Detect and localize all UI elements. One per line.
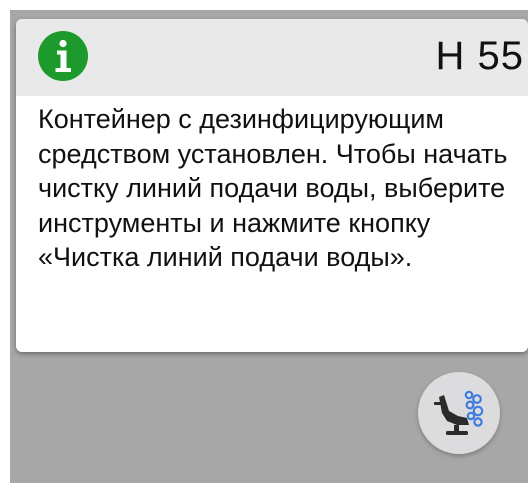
info-icon (38, 31, 88, 81)
error-code: H 55 (435, 34, 524, 78)
water-line-cleaning-button[interactable] (418, 372, 500, 454)
dialog-message: Контейнер с дезинфицирующим средством ус… (38, 104, 508, 272)
screen: H 55 Контейнер с дезинфицирующим средств… (10, 10, 528, 483)
dental-chair-water-cleaning-icon (434, 390, 484, 435)
info-dialog: H 55 Контейнер с дезинфицирующим средств… (16, 19, 528, 352)
dialog-header: H 55 (16, 19, 528, 96)
